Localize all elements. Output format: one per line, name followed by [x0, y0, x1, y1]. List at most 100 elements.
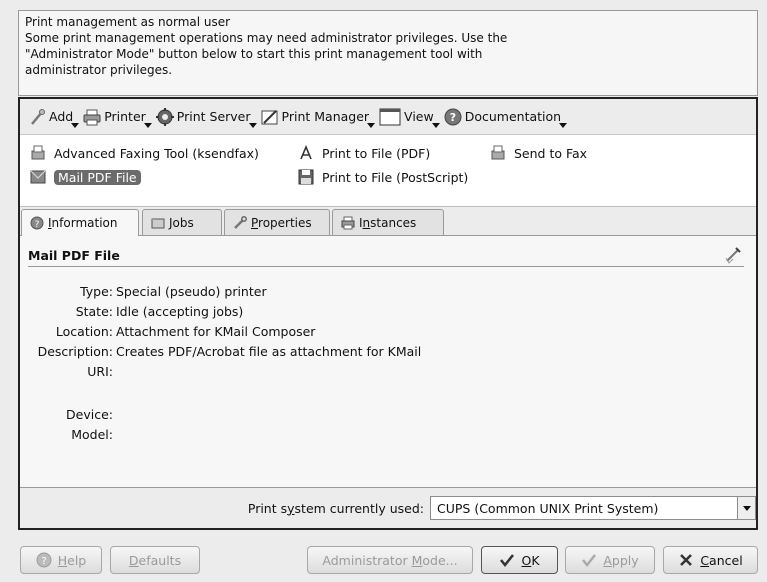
chevron-down-icon — [367, 122, 376, 128]
tab-information[interactable]: ? Information — [21, 209, 139, 236]
gear-icon — [155, 107, 174, 126]
chevron-down-icon — [559, 122, 568, 128]
printer-item-mail-pdf-file[interactable]: Mail PDF File — [30, 167, 141, 187]
cancel-button[interactable]: Cancel — [663, 546, 758, 574]
info-value: Special (pseudo) printer — [116, 284, 267, 299]
print-system-bar: Print system currently used: CUPS (Commo… — [20, 493, 756, 523]
window-icon — [379, 108, 401, 126]
printer-item-label: Send to Fax — [514, 145, 588, 161]
add-label: Add — [49, 109, 74, 124]
info-key: Description: — [37, 344, 113, 359]
button-label: OK — [521, 552, 540, 568]
printer-menu-button[interactable]: Printer — [83, 104, 152, 130]
fax-icon — [490, 145, 506, 161]
info-value: Attachment for KMail Composer — [116, 324, 316, 339]
printer-item-label: Print to File (PostScript) — [322, 169, 469, 185]
info-key: Device: — [66, 407, 113, 422]
defaults-button[interactable]: Defaults — [110, 546, 200, 574]
information-panel: Mail PDF File Type: Special (pseudo) pri… — [20, 235, 756, 488]
info-key: Model: — [71, 427, 113, 442]
add-menu-button[interactable]: Add — [28, 104, 80, 130]
checkmark-icon — [499, 552, 515, 568]
administrator-mode-button[interactable]: Administrator Mode... — [307, 546, 473, 574]
documentation-menu-button[interactable]: ? Documentation — [444, 104, 568, 130]
apply-button[interactable]: Apply — [565, 546, 655, 574]
view-menu-button[interactable]: View — [379, 104, 440, 130]
printer-icon — [83, 108, 101, 126]
chevron-down-icon — [248, 122, 257, 128]
tab-properties[interactable]: Properties — [224, 209, 330, 235]
info-key: Location: — [55, 324, 113, 339]
wrench-icon — [233, 215, 247, 230]
button-label: Administrator Mode... — [322, 552, 458, 568]
pencil-icon[interactable] — [724, 246, 742, 264]
print-system-label: Print system currently used: — [247, 500, 424, 516]
print-manager-menu-button[interactable]: Print Manager — [261, 104, 376, 130]
printer-item-send-to-fax[interactable]: Send to Fax — [490, 143, 587, 163]
print-system-select[interactable]: CUPS (Common UNIX Print System) — [430, 496, 756, 520]
tab-bar: ? Information Jobs Properties Instances — [20, 209, 756, 236]
notice-line: administrator privileges. — [25, 63, 173, 77]
help-button[interactable]: ? Help — [20, 546, 102, 574]
printer-item-label: Advanced Faxing Tool (ksendfax) — [54, 145, 259, 161]
tab-instances[interactable]: Instances — [332, 209, 444, 235]
info-row-state: State: Idle (accepting jobs) — [20, 304, 244, 324]
info-key: URI: — [87, 364, 113, 379]
print-server-menu-button[interactable]: Print Server — [155, 104, 257, 130]
floppy-icon — [298, 169, 314, 185]
chevron-down-icon[interactable] — [737, 497, 755, 519]
tab-label: Properties — [251, 215, 312, 230]
printer-title: Mail PDF File — [28, 248, 120, 263]
tab-label: Information — [48, 216, 118, 230]
button-label: Cancel — [700, 552, 743, 568]
info-row-device: Device: — [20, 407, 116, 427]
printer-item-print-to-postscript[interactable]: Print to File (PostScript) — [298, 167, 468, 187]
printer-item-advanced-faxing[interactable]: Advanced Faxing Tool (ksendfax) — [30, 143, 259, 163]
chevron-down-icon — [143, 122, 152, 128]
print-server-label: Print Server — [176, 109, 251, 124]
info-row-uri: URI: — [20, 364, 116, 384]
svg-text:?: ? — [35, 220, 40, 230]
info-row-type: Type: Special (pseudo) printer — [20, 284, 267, 304]
button-label: Defaults — [128, 552, 182, 568]
button-label: Apply — [603, 552, 639, 568]
print-manager-panel: Add Printer Print Server Print Manager V… — [18, 97, 758, 530]
printer-item-label: Print to File (PDF) — [322, 145, 431, 161]
info-row-location: Location: Attachment for KMail Composer — [20, 324, 316, 344]
help-icon: ? — [36, 552, 52, 568]
toolbar: Add Printer Print Server Print Manager V… — [20, 99, 756, 135]
info-row-model: Model: — [20, 427, 116, 447]
button-label: Help — [57, 552, 87, 568]
tab-jobs[interactable]: Jobs — [142, 209, 222, 235]
chevron-down-icon — [431, 122, 440, 128]
svg-text:?: ? — [41, 556, 46, 567]
notice-line: Some print management operations may nee… — [25, 31, 508, 45]
printer-item-print-to-pdf[interactable]: Print to File (PDF) — [298, 143, 430, 163]
ok-button[interactable]: OK — [481, 546, 558, 574]
tab-label: Jobs — [169, 215, 194, 230]
view-label: View — [404, 109, 434, 124]
info-value: Creates PDF/Acrobat file as attachment f… — [116, 344, 422, 359]
info-row-description: Description: Creates PDF/Acrobat file as… — [20, 344, 422, 364]
fax-icon — [30, 145, 46, 161]
notice-line: Print management as normal user — [25, 15, 231, 29]
wand-icon — [28, 108, 46, 126]
brush-icon — [261, 108, 279, 126]
mail-pdf-icon — [30, 169, 46, 185]
printer-label: Printer — [104, 109, 146, 124]
printer-icon — [341, 216, 355, 230]
folder-icon — [151, 216, 165, 230]
info-icon: ? — [30, 216, 44, 230]
chevron-down-icon — [71, 122, 80, 128]
print-manager-label: Print Manager — [281, 109, 370, 124]
info-value: Idle (accepting jobs) — [116, 304, 244, 319]
close-icon — [678, 552, 694, 568]
documentation-label: Documentation — [464, 109, 562, 124]
svg-text:?: ? — [450, 111, 456, 124]
help-icon: ? — [444, 108, 462, 126]
separator — [28, 266, 744, 267]
checkmark-icon — [581, 552, 597, 568]
tab-label: Instances — [359, 215, 417, 230]
notice-line: "Administrator Mode" button below to sta… — [25, 47, 483, 61]
printer-list: Advanced Faxing Tool (ksendfax) Print to… — [20, 135, 756, 207]
